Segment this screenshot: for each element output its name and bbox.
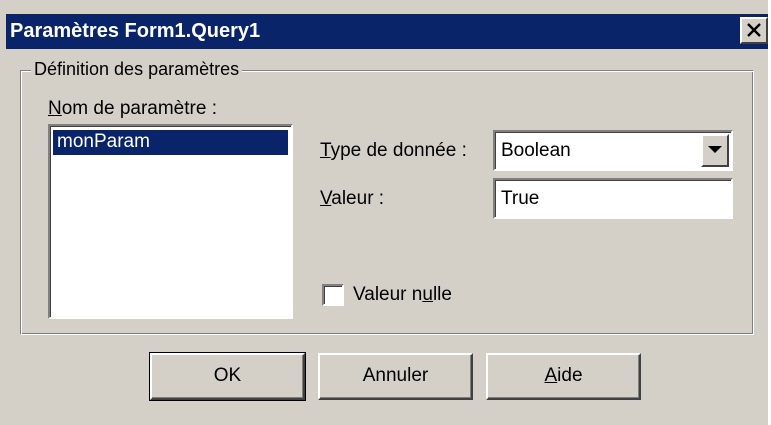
cancel-button[interactable]: Annuler — [318, 353, 473, 400]
param-listbox[interactable]: monParam — [48, 124, 293, 319]
value-label-mnemonic: V — [320, 188, 332, 209]
groupbox-legend: Définition des paramètres — [31, 58, 243, 80]
value-input[interactable]: True — [493, 178, 733, 219]
value-input-text: True — [501, 188, 540, 209]
param-name-label: Nom de paramètre : — [48, 98, 217, 120]
null-value-label-mnemonic: u — [422, 284, 433, 305]
data-type-label-text: ype de donnée : — [330, 140, 467, 161]
help-button-text: ide — [557, 365, 583, 386]
ok-button[interactable]: OK — [149, 352, 306, 401]
list-item[interactable]: monParam — [53, 130, 288, 155]
dropdown-arrow-icon — [708, 146, 722, 153]
help-button-mnemonic: A — [544, 365, 558, 386]
title-bar[interactable]: Paramètres Form1.Query1 — [6, 14, 768, 49]
param-name-label-mnemonic: N — [48, 98, 62, 119]
data-type-dropdown-button[interactable] — [701, 134, 729, 167]
data-type-select[interactable]: Boolean — [493, 130, 733, 171]
data-type-label: Type de donnée : — [320, 140, 467, 162]
value-label: Valeur : — [320, 188, 384, 210]
parameters-dialog: Paramètres Form1.Query1 Définition des p… — [0, 0, 768, 425]
param-name-label-text: om de paramètre : — [61, 98, 217, 119]
null-value-checkbox[interactable] — [322, 284, 344, 306]
close-icon — [747, 23, 761, 37]
null-value-label-before: Valeur n — [353, 284, 423, 305]
close-button[interactable] — [740, 17, 768, 44]
help-button[interactable]: Aide — [486, 353, 641, 400]
null-value-label-after: lle — [432, 284, 452, 305]
window-title: Paramètres Form1.Query1 — [10, 20, 261, 42]
value-label-text: aleur : — [331, 188, 385, 209]
data-type-label-mnemonic: T — [320, 140, 331, 161]
data-type-value: Boolean — [501, 140, 571, 161]
null-value-label[interactable]: Valeur nulle — [353, 284, 452, 306]
